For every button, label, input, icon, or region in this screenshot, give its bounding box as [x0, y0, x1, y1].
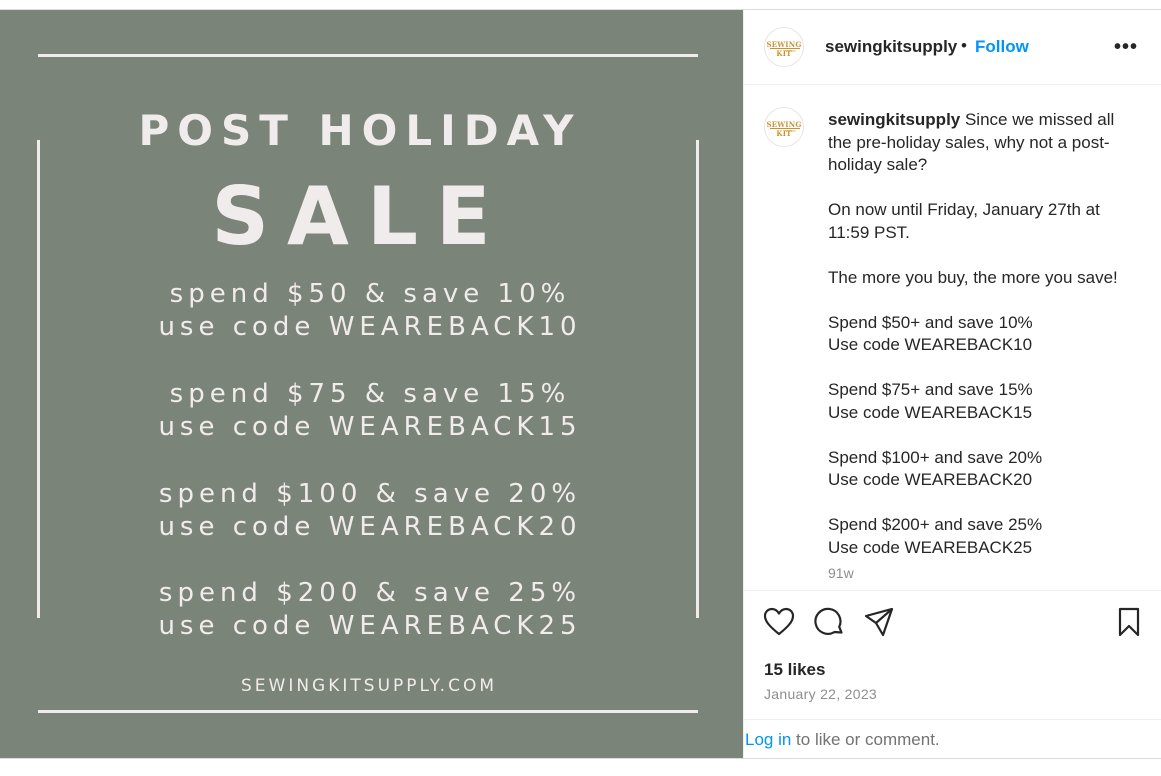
- post: POST HOLIDAY SALE spend $50 & save 10% u…: [0, 9, 1161, 759]
- image-title-line1: POST HOLIDAY: [138, 106, 582, 155]
- more-options-icon[interactable]: •••: [1114, 36, 1138, 59]
- frame-line-bottom: [38, 710, 698, 713]
- post-side-panel: SEWING KIT SUPPLY sewingkitsupply • Foll…: [743, 10, 1161, 758]
- action-bar: 15 likes January 22, 2023: [744, 590, 1161, 720]
- avatar-logo-sub: SUPPLY: [785, 129, 796, 133]
- offer-code: use code WEAREBACK15: [158, 412, 582, 442]
- offer-code: use code WEAREBACK25: [158, 611, 582, 641]
- post-date[interactable]: January 22, 2023: [764, 686, 877, 702]
- caption-text: Since we missed all the pre-holiday sale…: [828, 110, 1118, 557]
- likes-count[interactable]: 15 likes: [764, 660, 825, 680]
- login-prompt-rest: to like or comment.: [791, 730, 940, 749]
- login-prompt: Log in to like or comment.: [744, 719, 1161, 758]
- post-image[interactable]: POST HOLIDAY SALE spend $50 & save 10% u…: [0, 10, 743, 758]
- frame-line-top: [38, 54, 698, 57]
- heart-icon[interactable]: [763, 606, 795, 638]
- avatar[interactable]: SEWING KIT SUPPLY: [764, 27, 804, 67]
- offer-spend: spend $100 & save 20%: [158, 479, 582, 509]
- image-website: SEWINGKITSUPPLY.COM: [240, 676, 497, 696]
- separator-dot: •: [961, 36, 967, 55]
- caption: sewingkitsupply Since we missed all the …: [828, 109, 1138, 559]
- offer-code: use code WEAREBACK10: [158, 312, 582, 342]
- avatar-logo-sub: SUPPLY: [785, 49, 796, 53]
- login-link[interactable]: Log in: [745, 730, 791, 749]
- offer-tier-3: spend $100 & save 20% use code WEAREBACK…: [0, 478, 740, 544]
- share-icon[interactable]: [863, 606, 895, 638]
- caption-area: SEWING KIT SUPPLY sewingkitsupply Since …: [744, 85, 1161, 590]
- caption-username[interactable]: sewingkitsupply: [828, 110, 960, 129]
- post-header: SEWING KIT SUPPLY sewingkitsupply • Foll…: [744, 10, 1161, 85]
- offer-tier-1: spend $50 & save 10% use code WEAREBACK1…: [0, 278, 740, 344]
- login-prompt-text: Log in to like or comment.: [745, 730, 940, 750]
- image-title-line2: SALE: [211, 170, 509, 263]
- offer-code: use code WEAREBACK20: [158, 512, 582, 542]
- comment-icon[interactable]: [813, 606, 845, 638]
- offer-spend: spend $200 & save 25%: [158, 578, 582, 608]
- avatar[interactable]: SEWING KIT SUPPLY: [764, 107, 804, 147]
- header-username[interactable]: sewingkitsupply: [825, 37, 957, 57]
- follow-button[interactable]: Follow: [975, 37, 1029, 57]
- offer-spend: spend $50 & save 10%: [169, 279, 571, 309]
- time-ago[interactable]: 91w: [828, 565, 854, 581]
- offer-spend: spend $75 & save 15%: [169, 379, 571, 409]
- bookmark-icon[interactable]: [1113, 606, 1145, 638]
- offer-tier-2: spend $75 & save 15% use code WEAREBACK1…: [0, 378, 740, 444]
- offer-tier-4: spend $200 & save 25% use code WEAREBACK…: [0, 577, 740, 643]
